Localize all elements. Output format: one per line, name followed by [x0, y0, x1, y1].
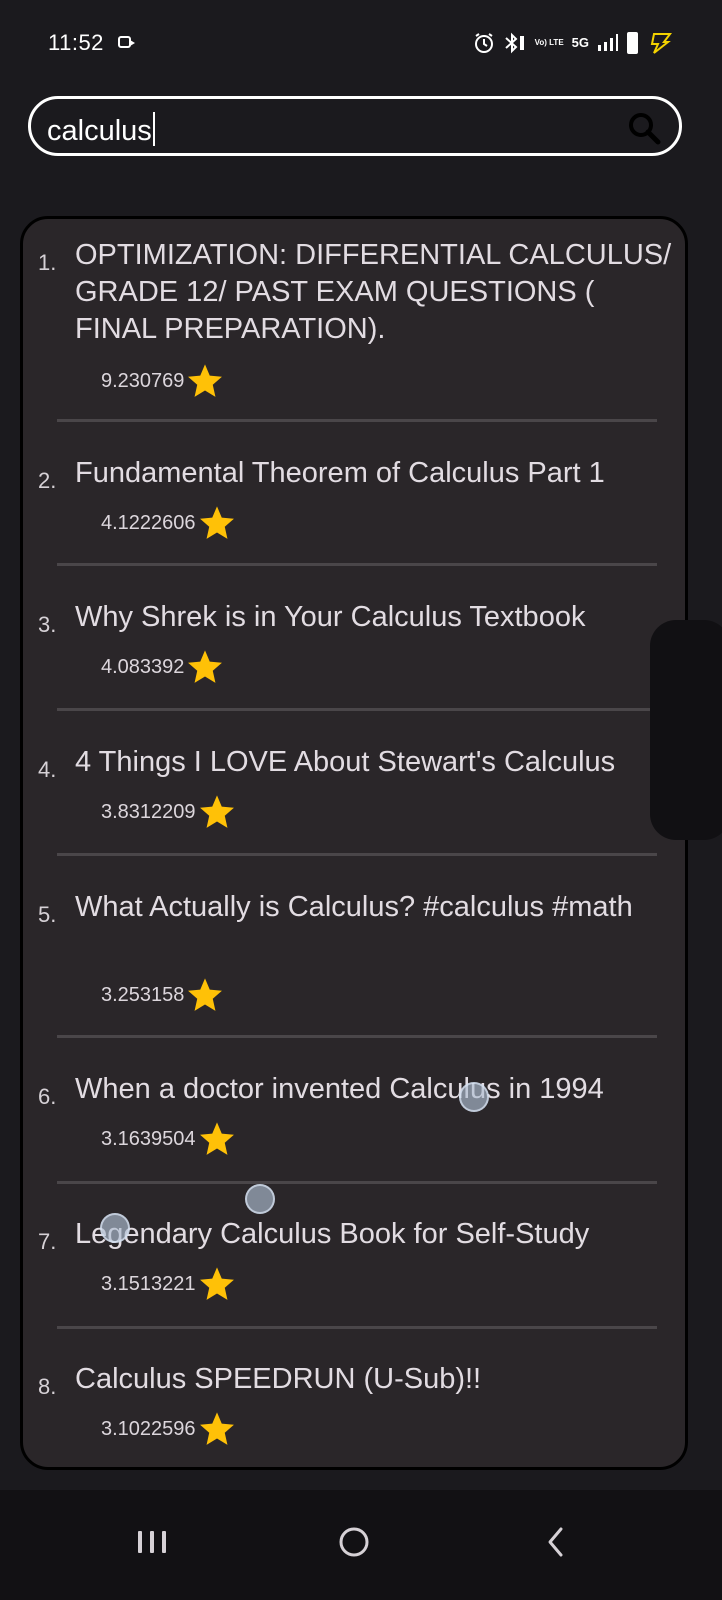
result-number: 5. — [38, 902, 57, 927]
signal-icon — [598, 34, 618, 51]
search-bar[interactable]: calculus — [28, 96, 682, 156]
divider — [57, 419, 657, 422]
divider — [57, 1035, 657, 1038]
rating-value: 3.8312209 — [101, 800, 196, 823]
result-title: Calculus SPEEDRUN (U-Sub)!! — [75, 1363, 482, 1395]
touch-indicator — [459, 1082, 489, 1112]
star-icon — [199, 1267, 234, 1300]
back-icon — [548, 1527, 563, 1557]
divider — [57, 853, 657, 856]
results-list[interactable]: 1. OPTIMIZATION: DIFFERENTIAL CALCULUS/ … — [20, 216, 688, 1470]
camera-icon — [118, 36, 135, 48]
divider — [57, 1326, 657, 1329]
rating-value: 9.230769 — [101, 369, 185, 392]
status-icons: Vo) LTE 5G — [473, 30, 672, 56]
recent-apps-button[interactable] — [122, 1510, 182, 1574]
rating: 3.253158 — [101, 975, 224, 1015]
result-number: 3. — [38, 612, 57, 637]
rating: 3.1513221 — [101, 1264, 236, 1304]
result-title: What Actually is Calculus? #calculus #ma… — [75, 891, 633, 923]
star-icon — [199, 1412, 234, 1445]
status-bar: 11:52 Vo) LTE 5G — [0, 0, 722, 90]
result-number: 8. — [38, 1374, 57, 1399]
result-title: Why Shrek is in Your Calculus Textbook — [75, 601, 586, 633]
rating: 4.1222606 — [101, 503, 236, 543]
rating-value: 3.1639504 — [101, 1127, 196, 1150]
menu-icon — [138, 1531, 166, 1553]
divider — [57, 708, 657, 711]
edge-panel-handle[interactable] — [650, 620, 722, 840]
battery-icon — [627, 32, 638, 54]
star-icon — [188, 978, 223, 1011]
home-icon — [339, 1527, 369, 1557]
rating-value: 4.1222606 — [101, 511, 196, 534]
rating: 4.083392 — [101, 647, 224, 687]
navigation-bar — [0, 1490, 722, 1600]
result-title: Fundamental Theorem of Calculus Part 1 — [75, 457, 605, 489]
star-icon — [188, 364, 223, 397]
touch-indicator — [100, 1213, 130, 1243]
status-time: 11:52 — [48, 30, 104, 55]
rating: 3.8312209 — [101, 792, 236, 832]
text-caret — [152, 112, 155, 146]
search-input[interactable]: calculus — [47, 112, 155, 148]
divider — [57, 563, 657, 566]
rating-value: 3.1513221 — [101, 1272, 196, 1295]
result-title: 4 Things I LOVE About Stewart's Calculus — [75, 746, 616, 778]
result-number: 2. — [38, 468, 57, 493]
search-input-value: calculus — [47, 115, 152, 147]
volte-icon: Vo) LTE — [534, 38, 564, 47]
rating-value: 3.1022596 — [101, 1417, 196, 1440]
star-icon — [199, 1122, 234, 1155]
result-number: 1. — [38, 250, 57, 275]
network-type: 5G — [571, 35, 589, 50]
home-button[interactable] — [324, 1510, 384, 1574]
result-number: 7. — [38, 1229, 57, 1254]
star-icon — [199, 795, 234, 828]
rating: 9.230769 — [101, 361, 224, 401]
rating-value: 3.253158 — [101, 983, 185, 1006]
result-title: Legendary Calculus Book for Self-Study — [75, 1218, 590, 1250]
divider — [57, 1181, 657, 1184]
result-title: When a doctor invented Calculus in 1994 — [75, 1073, 604, 1105]
bluetooth-icon — [504, 32, 524, 54]
result-number: 4. — [38, 757, 57, 782]
touch-indicator — [245, 1184, 275, 1214]
star-icon — [199, 506, 234, 539]
alarm-icon — [474, 33, 493, 53]
charging-icon — [650, 33, 672, 54]
rating: 3.1639504 — [101, 1119, 236, 1159]
rating-value: 4.083392 — [101, 655, 185, 678]
star-icon — [188, 650, 223, 683]
result-title: OPTIMIZATION: DIFFERENTIAL CALCULUS/ GRA… — [75, 239, 672, 345]
result-number: 6. — [38, 1084, 57, 1109]
search-icon[interactable] — [627, 111, 661, 145]
rating: 3.1022596 — [101, 1409, 236, 1449]
back-button[interactable] — [526, 1510, 586, 1574]
